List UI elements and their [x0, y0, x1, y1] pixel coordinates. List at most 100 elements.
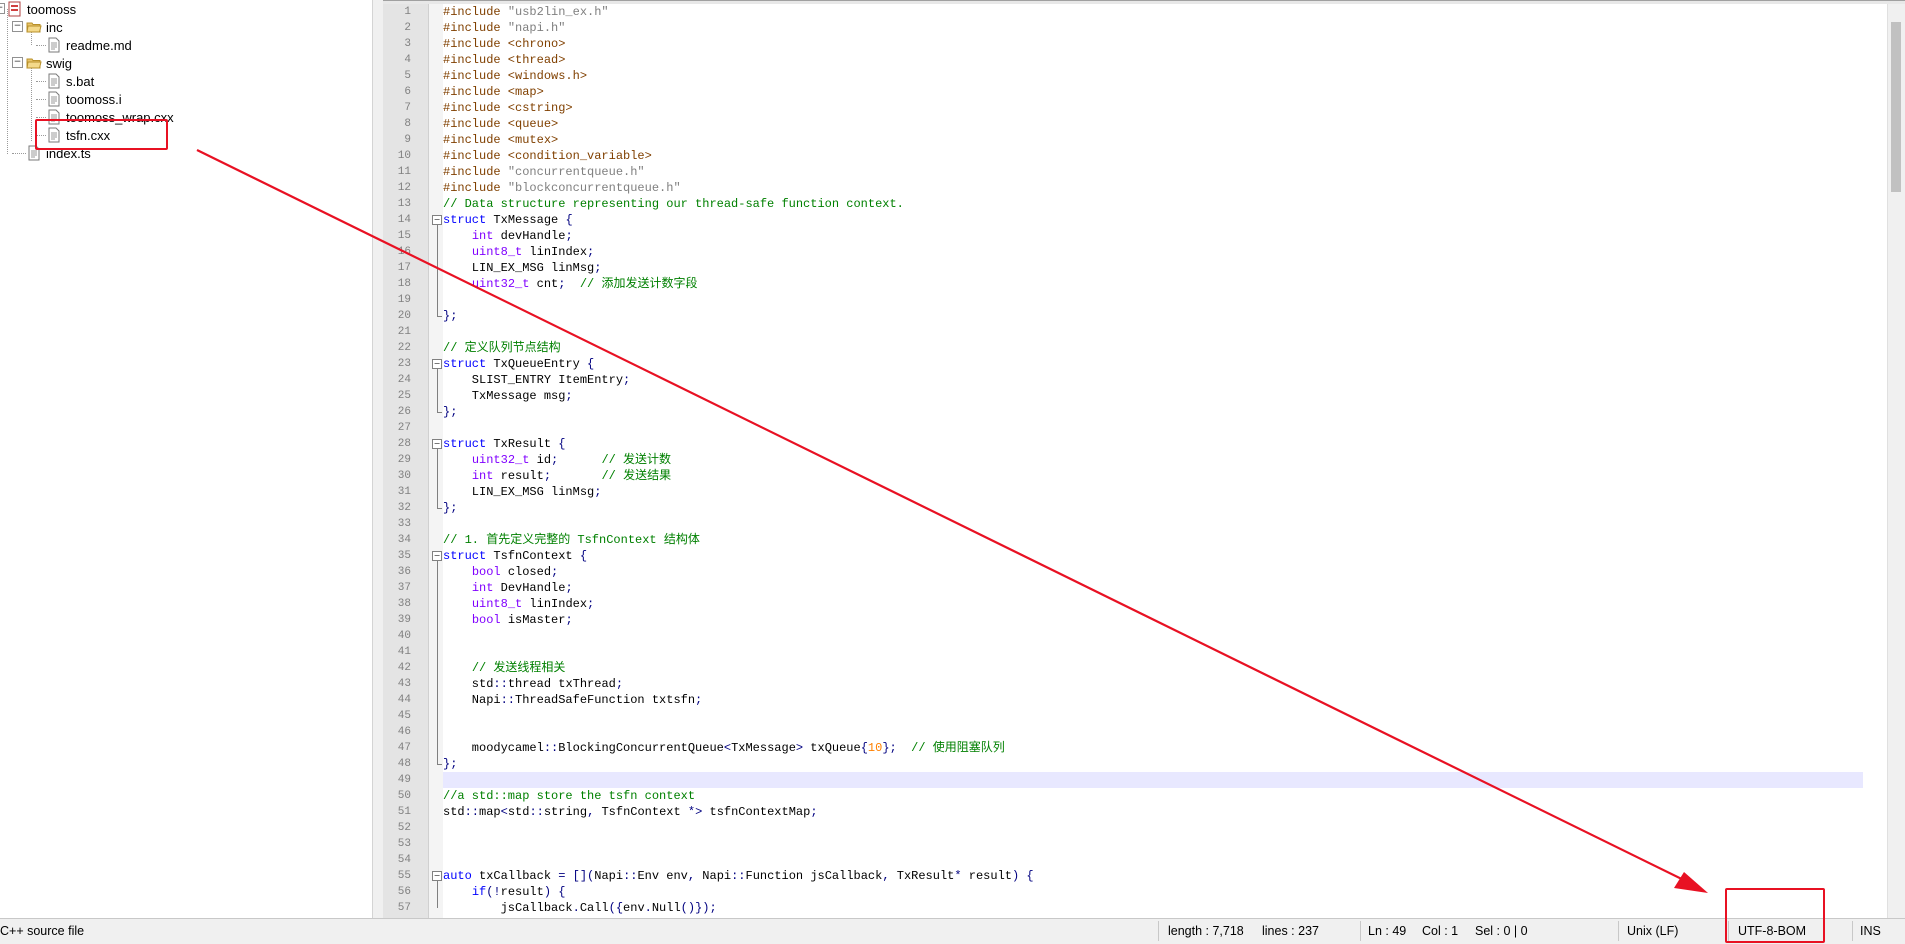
code-line[interactable]: #include "napi.h"	[443, 20, 1863, 36]
code-line[interactable]: struct TxQueueEntry {	[443, 356, 1863, 372]
code-line[interactable]: bool isMaster;	[443, 612, 1863, 628]
line-number: 31	[397, 486, 411, 498]
collapse-toggle-toomoss[interactable]: −	[0, 3, 5, 14]
fold-toggle[interactable]: −	[432, 871, 442, 881]
fold-end	[437, 412, 442, 413]
code-line[interactable]: //a std::map store the tsfn context	[443, 788, 1863, 804]
tree-item-toomoss[interactable]: toomoss	[7, 0, 76, 18]
code-line[interactable]	[443, 724, 1863, 740]
code-line[interactable]: };	[443, 756, 1863, 772]
code-line[interactable]	[443, 772, 1863, 788]
code-editor[interactable]: 1 2 3 4 5 6 7 8 9 10 11 12 13 14 15 16 17 18 19 20 21 22 23 24 2…	[383, 0, 1905, 919]
collapse-toggle-inc[interactable]: −	[12, 21, 23, 32]
code-line[interactable]: #include <map>	[443, 84, 1863, 100]
code-line[interactable]: // 发送线程相关	[443, 660, 1863, 676]
code-line[interactable]: #include "concurrentqueue.h"	[443, 164, 1863, 180]
code-line[interactable]: #include <condition_variable>	[443, 148, 1863, 164]
fold-toggle[interactable]: −	[432, 215, 442, 225]
fold-toggle[interactable]: −	[432, 551, 442, 561]
fold-toggle[interactable]: −	[432, 359, 442, 369]
code-line[interactable]: TxMessage msg;	[443, 388, 1863, 404]
status-separator	[1852, 921, 1853, 941]
code-line[interactable]	[443, 836, 1863, 852]
code-line[interactable]: moodycamel::BlockingConcurrentQueue<TxMe…	[443, 740, 1863, 756]
code-line[interactable]: uint32_t id; // 发送计数	[443, 452, 1863, 468]
code-line[interactable]: jsCallback.Call({env.Null()});	[443, 900, 1863, 916]
code-line[interactable]: // Data structure representing our threa…	[443, 196, 1863, 212]
tree-item-swig[interactable]: swig	[26, 54, 72, 72]
line-number: 19	[397, 294, 411, 306]
scrollbar-thumb[interactable]	[1891, 22, 1901, 192]
tree-item-label: toomoss	[27, 1, 77, 17]
code-line[interactable]: int DevHandle;	[443, 580, 1863, 596]
collapse-toggle-swig[interactable]: −	[12, 57, 23, 68]
code-line[interactable]: #include "blockconcurrentqueue.h"	[443, 180, 1863, 196]
code-line[interactable]: #include <thread>	[443, 52, 1863, 68]
code-line[interactable]: bool closed;	[443, 564, 1863, 580]
line-number: 26	[397, 406, 411, 418]
code-line[interactable]: SLIST_ENTRY ItemEntry;	[443, 372, 1863, 388]
tree-item-inc[interactable]: inc	[26, 18, 63, 36]
tree-item-label: swig	[46, 55, 73, 71]
code-line[interactable]: LIN_EX_MSG linMsg;	[443, 484, 1863, 500]
line-number: 18	[397, 278, 411, 290]
code-line[interactable]: // 定义队列节点结构	[443, 340, 1863, 356]
code-line[interactable]: };	[443, 308, 1863, 324]
code-line[interactable]	[443, 644, 1863, 660]
code-line[interactable]	[443, 628, 1863, 644]
code-line[interactable]: uint8_t linIndex;	[443, 596, 1863, 612]
code-line[interactable]	[443, 852, 1863, 868]
fold-margin[interactable]: − − − − −	[429, 4, 443, 919]
line-number: 29	[397, 454, 411, 466]
code-area[interactable]: #include "usb2lin_ex.h" #include "napi.h"…	[443, 4, 1863, 919]
code-line[interactable]: LIN_EX_MSG linMsg;	[443, 260, 1863, 276]
tree-item-s-bat[interactable]: s.bat	[46, 72, 94, 90]
file-icon	[46, 91, 62, 107]
code-line[interactable]: uint32_t cnt; // 添加发送计数字段	[443, 276, 1863, 292]
code-line[interactable]: #include <cstring>	[443, 100, 1863, 116]
fold-line	[437, 225, 438, 316]
code-line[interactable]: #include <mutex>	[443, 132, 1863, 148]
tree-item-label: inc	[46, 19, 63, 35]
code-line[interactable]: std::map<std::string, TsfnContext *> tsf…	[443, 804, 1863, 820]
status-separator	[1158, 921, 1159, 941]
line-number: 30	[397, 470, 411, 482]
status-separator	[1360, 921, 1361, 941]
line-number: 50	[397, 790, 411, 802]
code-line[interactable]: #include <windows.h>	[443, 68, 1863, 84]
line-number: 49	[397, 774, 411, 786]
tree-item-toomoss-i[interactable]: toomoss.i	[46, 90, 122, 108]
tree-guide	[36, 99, 46, 100]
code-line[interactable]: // 1. 首先定义完整的 TsfnContext 结构体	[443, 532, 1863, 548]
code-line[interactable]	[443, 708, 1863, 724]
status-insert-mode[interactable]: INS	[1860, 924, 1881, 938]
code-line[interactable]: };	[443, 404, 1863, 420]
fold-toggle[interactable]: −	[432, 439, 442, 449]
code-line[interactable]	[443, 292, 1863, 308]
code-line[interactable]: struct TxMessage {	[443, 212, 1863, 228]
code-line[interactable]: uint8_t linIndex;	[443, 244, 1863, 260]
code-line[interactable]	[443, 420, 1863, 436]
code-line[interactable]: #include <queue>	[443, 116, 1863, 132]
code-line[interactable]: if(!result) {	[443, 884, 1863, 900]
code-line[interactable]	[443, 324, 1863, 340]
line-number: 53	[397, 838, 411, 850]
line-number: 57	[397, 902, 411, 914]
line-number: 28	[397, 438, 411, 450]
code-line[interactable]: Napi::ThreadSafeFunction txtsfn;	[443, 692, 1863, 708]
code-line[interactable]	[443, 820, 1863, 836]
tree-item-readme[interactable]: readme.md	[46, 36, 132, 54]
code-line[interactable]: int result; // 发送结果	[443, 468, 1863, 484]
line-number: 8	[404, 118, 411, 130]
code-line[interactable]: #include <chrono>	[443, 36, 1863, 52]
code-line[interactable]: struct TsfnContext {	[443, 548, 1863, 564]
code-line[interactable]: int devHandle;	[443, 228, 1863, 244]
code-line[interactable]: std::thread txThread;	[443, 676, 1863, 692]
code-line[interactable]	[443, 516, 1863, 532]
code-line[interactable]: struct TxResult {	[443, 436, 1863, 452]
code-line[interactable]: auto txCallback = [](Napi::Env env, Napi…	[443, 868, 1863, 884]
code-line[interactable]: };	[443, 500, 1863, 516]
vertical-scrollbar[interactable]	[1887, 4, 1905, 919]
code-line[interactable]: #include "usb2lin_ex.h"	[443, 4, 1863, 20]
status-eol[interactable]: Unix (LF)	[1627, 924, 1678, 938]
